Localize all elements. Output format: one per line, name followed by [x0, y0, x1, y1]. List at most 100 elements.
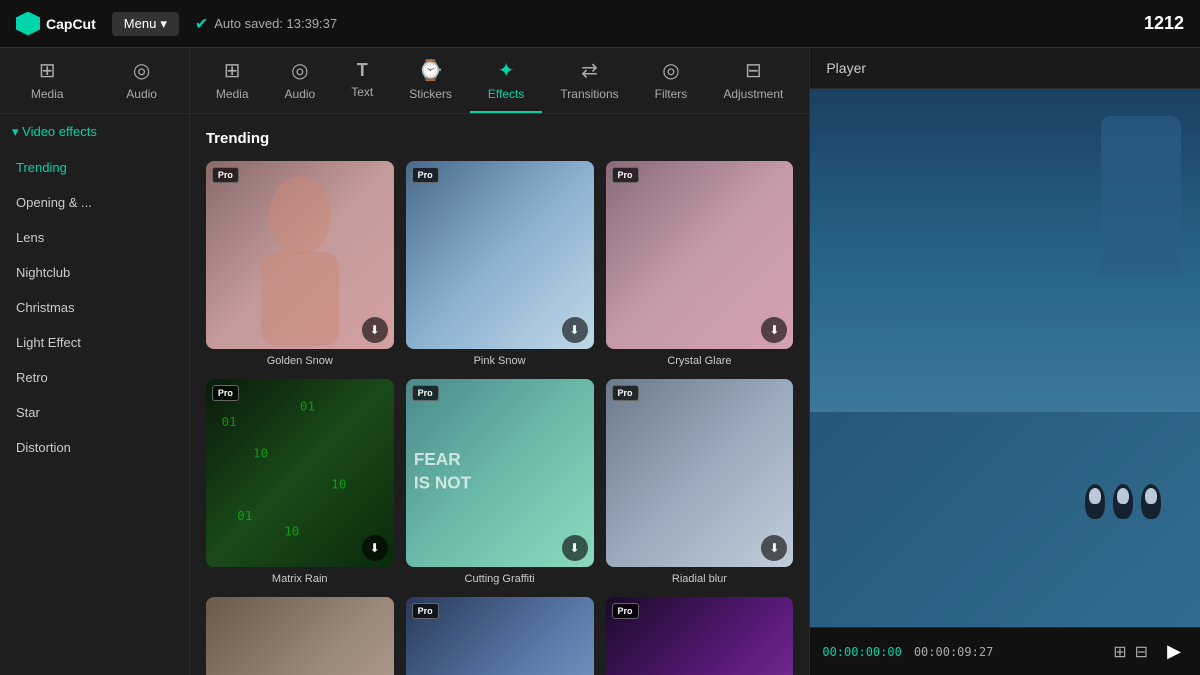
text-label: Text: [351, 85, 373, 99]
sidebar-item-light-effect[interactable]: Light Effect: [0, 325, 189, 360]
svg-text:01: 01: [300, 398, 315, 413]
text-icon: T: [357, 60, 368, 81]
effect-thumb-color-flicker: Pro ⬇: [606, 597, 794, 675]
pro-badge: Pro: [412, 603, 439, 619]
right-panel: Player 00:00:00:00 00:00:09:27 ⊞ ⊟ ▶: [810, 48, 1200, 675]
logo: CapCut: [16, 12, 96, 36]
tab-audio-top[interactable]: ◎ Audio: [267, 48, 334, 113]
stickers-icon: ⌚: [418, 58, 443, 83]
tab-filters[interactable]: ◎ Filters: [637, 48, 706, 113]
chevron-down-icon: ▾: [160, 16, 167, 32]
svg-text:10: 10: [331, 476, 346, 491]
section-title: Trending: [206, 130, 794, 147]
effect-thumb-golden-snow: Pro ⬇: [206, 161, 394, 349]
effect-card-matrix-rain[interactable]: Pro ⬇ 01 10 01 10 01 10 Matrix Rain: [206, 379, 394, 585]
filters-icon: ◎: [662, 58, 679, 83]
effect-label-cutting-graffiti: Cutting Graffiti: [406, 573, 594, 585]
effect-thumb-flash-blur: Pro ⬇: [406, 597, 594, 675]
sidebar-item-nightclub[interactable]: Nightclub: [0, 255, 189, 290]
tab-audio[interactable]: ◎ Audio: [94, 48, 188, 113]
sidebar-item-christmas[interactable]: Christmas: [0, 290, 189, 325]
transitions-label: Transitions: [560, 87, 618, 101]
pro-badge: Pro: [412, 167, 439, 183]
effects-icon: ✦: [498, 58, 515, 83]
check-icon: ✔: [195, 14, 208, 34]
sidebar-item-trending[interactable]: Trending: [0, 150, 189, 185]
download-button[interactable]: ⬇: [362, 317, 388, 343]
effect-thumb-radial-blur: Pro ⬇: [606, 379, 794, 567]
effect-card-color-flicker[interactable]: Pro ⬇ Color Flicker: [606, 597, 794, 675]
time-current: 00:00:00:00: [822, 645, 901, 659]
effect-thumb-matrix-rain: Pro ⬇ 01 10 01 10 01 10: [206, 379, 394, 567]
effect-label-golden-snow: Golden Snow: [206, 355, 394, 367]
download-button[interactable]: ⬇: [562, 317, 588, 343]
sidebar-item-lens[interactable]: Lens: [0, 220, 189, 255]
effect-card-crystal-glare[interactable]: Pro ⬇ Crystal Glare: [606, 161, 794, 367]
effect-thumb-pink-snow: Pro ⬇: [406, 161, 594, 349]
tab-text[interactable]: T Text: [333, 50, 391, 111]
effect-label-pink-snow: Pink Snow: [406, 355, 594, 367]
logo-icon: [16, 12, 40, 36]
effect-label-radial-blur: Riadial blur: [606, 573, 794, 585]
svg-text:01: 01: [237, 508, 252, 523]
grid-icon-2[interactable]: ⊟: [1135, 642, 1148, 662]
effect-card-pink-snow[interactable]: Pro ⬇ Pink Snow: [406, 161, 594, 367]
video-effects-header[interactable]: ▾ Video effects: [0, 114, 189, 150]
tab-transitions[interactable]: ⇄ Transitions: [542, 48, 636, 113]
svg-text:10: 10: [253, 445, 268, 460]
tab-adjustment[interactable]: ⊟ Adjustment: [705, 48, 801, 113]
svg-text:FEAR: FEAR: [413, 449, 460, 469]
logo-text: CapCut: [46, 16, 96, 32]
penguin: [1113, 484, 1133, 519]
effect-card-optical-zoom[interactable]: ⬇ Optical Zoom: [206, 597, 394, 675]
adjustment-label: Adjustment: [723, 87, 783, 101]
video-effects-label: ▾ Video effects: [12, 124, 97, 140]
sidebar-item-opening[interactable]: Opening & ...: [0, 185, 189, 220]
effect-card-radial-blur[interactable]: Pro ⬇ Riadial blur: [606, 379, 794, 585]
pro-badge: Pro: [212, 167, 239, 183]
play-button[interactable]: ▶: [1160, 638, 1188, 666]
grid-icons: ⊞ ⊟: [1113, 642, 1148, 662]
stickers-label: Stickers: [409, 87, 452, 101]
effects-content: Trending Pro ⬇ Golden Snow Pro ⬇ P: [190, 114, 810, 675]
svg-text:10: 10: [284, 523, 299, 538]
effect-card-golden-snow[interactable]: Pro ⬇ Golden Snow: [206, 161, 394, 367]
pro-badge: Pro: [612, 385, 639, 401]
audio-top-label: Audio: [285, 87, 316, 101]
grid-icon-1[interactable]: ⊞: [1113, 642, 1126, 662]
media-label: Media: [31, 87, 64, 101]
main-layout: ⊞ Media ◎ Audio ▾ Video effects Trending…: [0, 48, 1200, 675]
media-audio-tabs: ⊞ Media ◎ Audio: [0, 48, 189, 114]
topbar: CapCut Menu ▾ ✔ Auto saved: 13:39:37 121…: [0, 0, 1200, 48]
penguin-group: [1085, 484, 1161, 519]
effect-label-crystal-glare: Crystal Glare: [606, 355, 794, 367]
tab-stickers[interactable]: ⌚ Stickers: [391, 48, 470, 113]
effect-card-cutting-graffiti[interactable]: Pro ⬇ FEAR IS NOT Cutting Graffiti: [406, 379, 594, 585]
tab-effects[interactable]: ✦ Effects: [470, 48, 542, 113]
download-button[interactable]: ⬇: [761, 317, 787, 343]
top-tabs: ⊞ Media ◎ Audio T Text ⌚ Stickers ✦ Effe…: [190, 48, 810, 114]
sidebar-item-retro[interactable]: Retro: [0, 360, 189, 395]
effect-thumb-cutting-graffiti: Pro ⬇ FEAR IS NOT: [406, 379, 594, 567]
menu-button[interactable]: Menu ▾: [112, 12, 179, 36]
media-top-icon: ⊞: [224, 58, 241, 83]
autosave-text: Auto saved: 13:39:37: [214, 16, 337, 31]
topbar-counter: 1212: [1144, 13, 1184, 34]
audio-label: Audio: [126, 87, 157, 101]
sidebar-item-star[interactable]: Star: [0, 395, 189, 430]
menu-label: Menu: [124, 16, 157, 31]
svg-text:IS NOT: IS NOT: [413, 472, 471, 492]
tab-media[interactable]: ⊞ Media: [0, 48, 94, 113]
effect-card-flash-blur[interactable]: Pro ⬇ Flash Blur: [406, 597, 594, 675]
player-image: [810, 89, 1200, 627]
download-button[interactable]: ⬇: [761, 535, 787, 561]
sidebar-item-distortion[interactable]: Distortion: [0, 430, 189, 465]
filters-label: Filters: [655, 87, 688, 101]
effects-label: Effects: [488, 87, 524, 101]
player-viewport: [810, 89, 1200, 627]
transitions-icon: ⇄: [581, 58, 598, 83]
tab-media-top[interactable]: ⊞ Media: [198, 48, 267, 113]
time-total: 00:00:09:27: [914, 645, 993, 659]
effect-thumb-optical-zoom: ⬇: [206, 597, 394, 675]
autosave-status: ✔ Auto saved: 13:39:37: [195, 14, 337, 34]
